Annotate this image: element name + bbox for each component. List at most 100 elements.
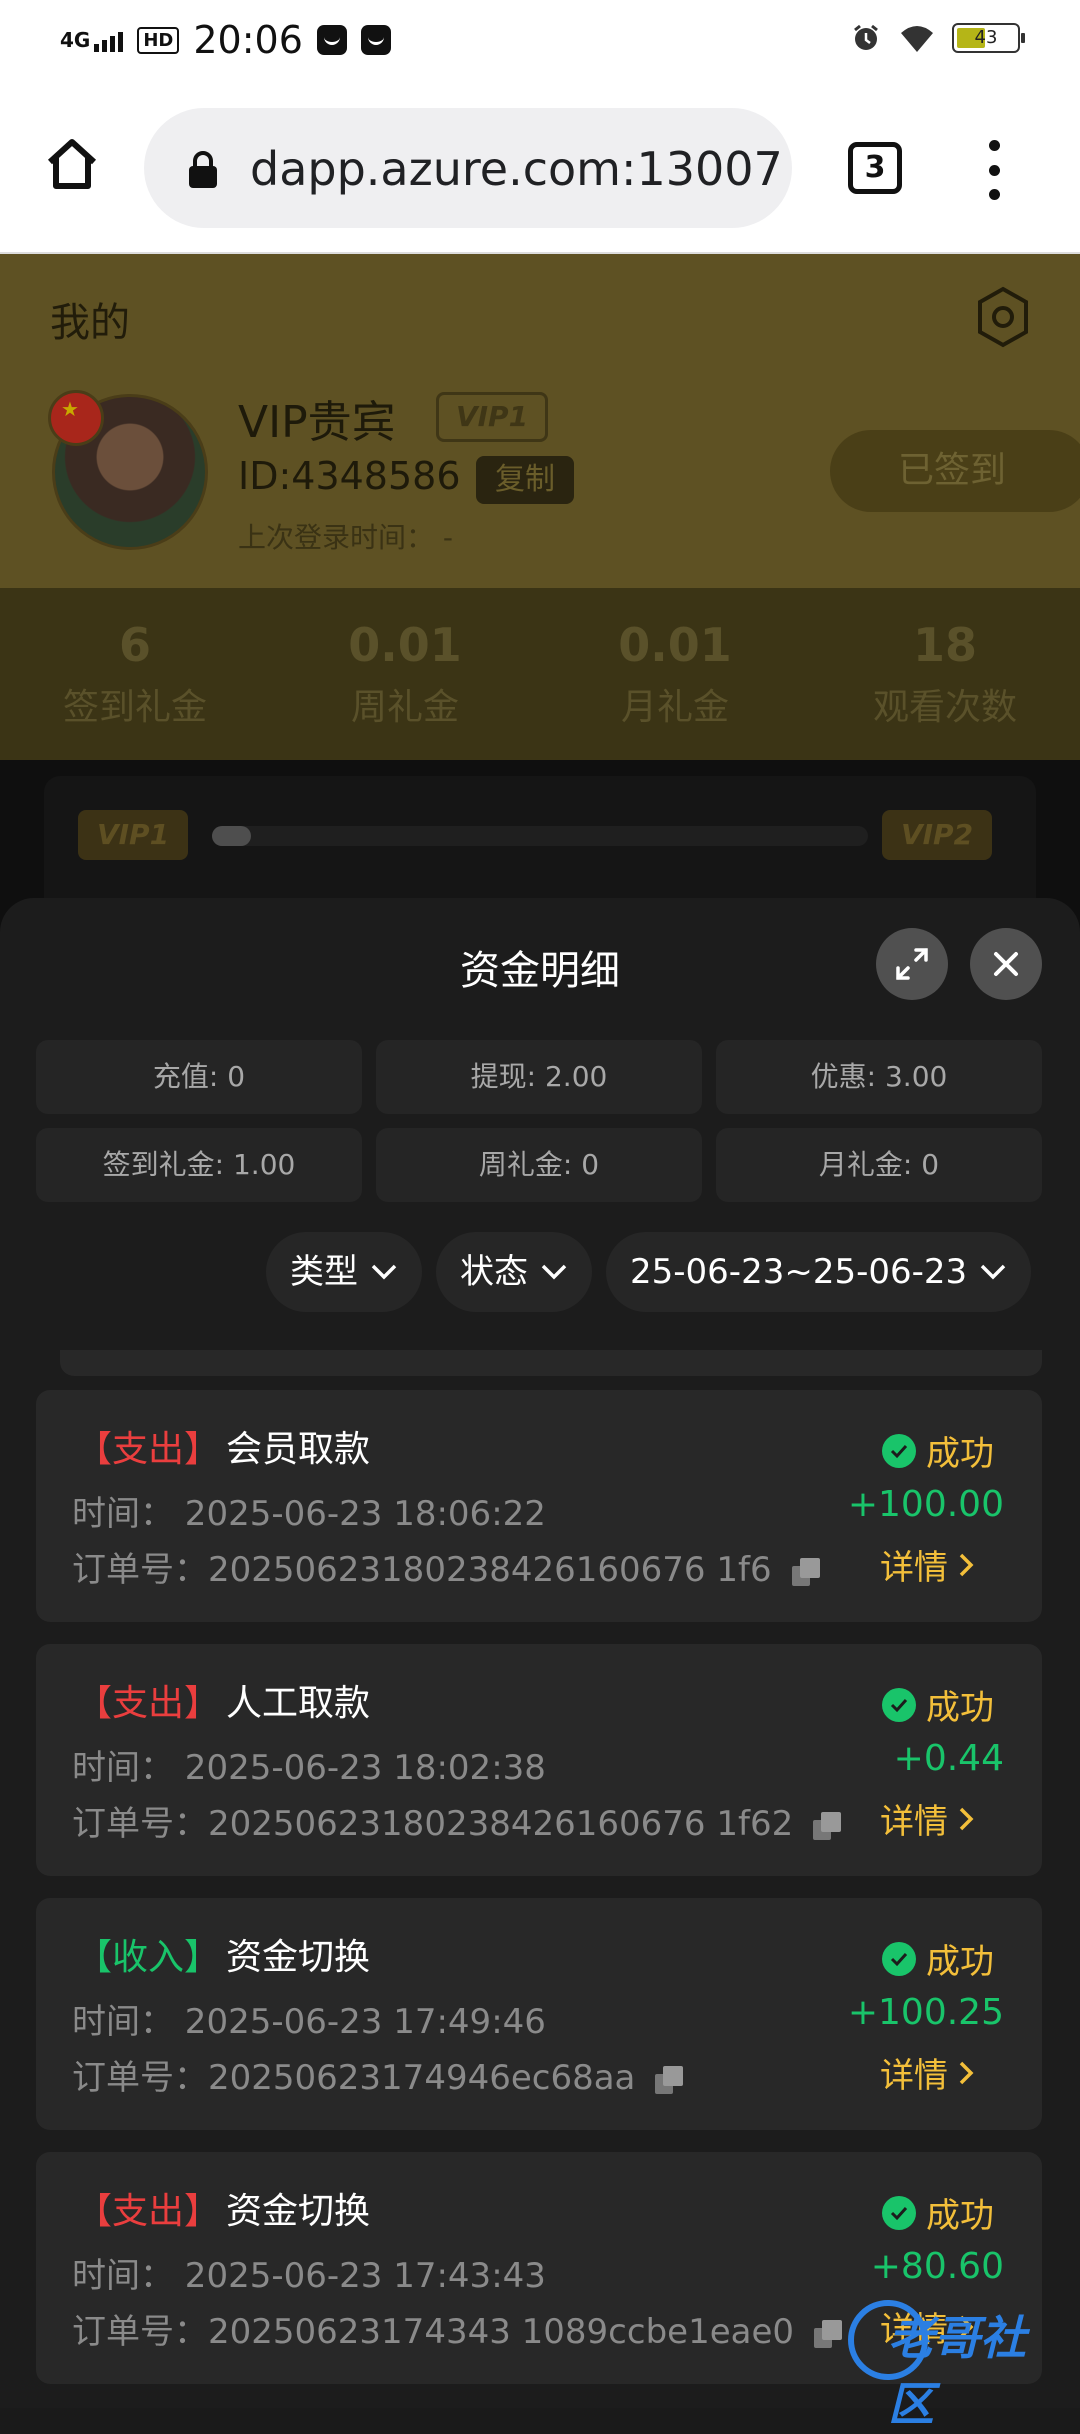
expand-button[interactable] xyxy=(876,928,948,1000)
copy-id-button[interactable]: 复制 xyxy=(476,456,574,504)
vip-progress-bar xyxy=(212,826,868,846)
check-circle-icon xyxy=(882,1687,916,1722)
wifi-icon xyxy=(901,26,933,52)
watermark-logo: 老哥社区 xyxy=(838,2292,1070,2431)
status-filter-label: 状态 xyxy=(460,1252,528,1292)
record-order-row: 订单号：20250623174946ec68aa xyxy=(72,2050,685,2099)
copy-icon[interactable] xyxy=(653,2064,685,2096)
record-status-text: 成功 xyxy=(926,2196,994,2236)
chevron-right-icon xyxy=(959,2061,974,2084)
chevron-right-icon xyxy=(959,1553,974,1576)
record-status: 成功 xyxy=(882,1426,994,1475)
stat-item: 18 观看次数 xyxy=(810,588,1080,760)
record-status-text: 成功 xyxy=(926,1942,994,1982)
user-id: ID:4348586 xyxy=(238,454,461,498)
user-name: VIP贵宾 xyxy=(238,397,396,448)
record-name: 资金切换 xyxy=(226,1937,371,1978)
record-detail-label: 详情 xyxy=(880,1548,948,1588)
record-amount: +100.25 xyxy=(847,1992,1004,2033)
summary-weekly-bonus: 周礼金: 0 xyxy=(376,1128,702,1202)
stat-label: 周礼金 xyxy=(350,687,459,728)
type-filter[interactable]: 类型 xyxy=(266,1232,422,1312)
chevron-down-icon xyxy=(371,1264,397,1280)
copy-icon[interactable] xyxy=(790,1556,822,1588)
list-item xyxy=(60,1350,1042,1376)
settings-icon[interactable] xyxy=(970,284,1036,350)
close-button[interactable] xyxy=(970,928,1042,1000)
stat-value: 18 xyxy=(912,618,977,672)
last-login-time: 上次登录时间： - xyxy=(238,521,454,554)
vip-current-tag: VIP1 xyxy=(78,810,188,860)
record-time: 时间： 2025-06-23 17:49:46 xyxy=(72,2002,546,2042)
signal-icon: 4G xyxy=(60,28,124,52)
record-order-row: 订单号：20250623180238426160676 1f6 xyxy=(72,1542,822,1591)
hd-icon: HD xyxy=(137,26,180,54)
stat-value: 0.01 xyxy=(348,618,462,672)
record-name: 人工取款 xyxy=(226,1683,371,1724)
browser-menu-icon[interactable] xyxy=(982,140,1006,200)
record-order-row: 订单号：20250623180238426160676 1f62 xyxy=(72,1796,843,1845)
date-range-label: 25-06-23~25-06-23 xyxy=(630,1252,968,1292)
record-status-text: 成功 xyxy=(926,1434,994,1474)
record-type: 【收入】 资金切换 xyxy=(76,1928,370,1980)
record-time: 时间： 2025-06-23 18:06:22 xyxy=(72,1494,546,1534)
record-tag: 【支出】 xyxy=(76,2191,221,2232)
record-amount: +80.60 xyxy=(870,2246,1004,2287)
notification-app-icon xyxy=(316,25,347,55)
alarm-icon xyxy=(854,24,878,50)
copy-icon[interactable] xyxy=(811,1810,843,1842)
date-range-filter[interactable]: 25-06-23~25-06-23 xyxy=(606,1232,1032,1312)
record-time: 时间： 2025-06-23 18:02:38 xyxy=(72,1748,546,1788)
notification-app-icon xyxy=(360,25,391,55)
battery-icon: 43 xyxy=(952,23,1025,53)
clock: 20:06 xyxy=(193,18,303,62)
record-time: 时间： 2025-06-23 17:43:43 xyxy=(72,2256,546,2296)
transaction-record[interactable]: 【收入】 资金切换 时间： 2025-06-23 17:49:46 订单号：202… xyxy=(36,1898,1042,2130)
record-detail-link[interactable]: 详情 xyxy=(880,1794,974,1843)
battery-level: 43 xyxy=(974,27,998,48)
close-icon xyxy=(994,952,1018,976)
check-circle-icon xyxy=(882,2195,916,2230)
transaction-record[interactable]: 【支出】 人工取款 时间： 2025-06-23 18:02:38 订单号：202… xyxy=(36,1644,1042,1876)
signed-in-button[interactable]: 已签到 xyxy=(830,430,1080,512)
check-circle-icon xyxy=(882,1941,916,1976)
record-type: 【支出】 资金切换 xyxy=(76,2182,370,2234)
summary-withdraw: 提现: 2.00 xyxy=(376,1040,702,1114)
chevron-down-icon xyxy=(980,1264,1006,1280)
home-icon[interactable] xyxy=(40,132,104,196)
record-tag: 【收入】 xyxy=(76,1937,221,1978)
record-order-row: 订单号：20250623174343 1089ccbe1eae0 xyxy=(72,2304,844,2353)
record-name: 会员取款 xyxy=(226,1429,371,1470)
summary-signin-bonus: 签到礼金: 1.00 xyxy=(36,1128,362,1202)
record-amount: +100.00 xyxy=(847,1484,1004,1525)
record-tag: 【支出】 xyxy=(76,1683,221,1724)
record-tag: 【支出】 xyxy=(76,1429,221,1470)
record-status-text: 成功 xyxy=(926,1688,994,1728)
record-detail-link[interactable]: 详情 xyxy=(880,1540,974,1589)
filter-bar: 类型 状态 25-06-23~25-06-23 xyxy=(266,1232,1032,1312)
url-bar[interactable]: dapp.azure.com:13007 xyxy=(144,108,792,228)
type-filter-label: 类型 xyxy=(290,1252,358,1292)
watermark-text: 老哥社区 xyxy=(888,2311,1026,2431)
status-bar: 4G HD 20:06 43 xyxy=(0,0,1080,82)
page-title: 我的 xyxy=(50,300,130,346)
lock-icon xyxy=(189,151,217,188)
transaction-record[interactable]: 【支出】 会员取款 时间： 2025-06-23 18:06:22 订单号：202… xyxy=(36,1390,1042,1622)
url-text: dapp.azure.com:13007 xyxy=(250,142,783,196)
record-detail-link[interactable]: 详情 xyxy=(880,2048,974,2097)
record-detail-label: 详情 xyxy=(880,2056,948,2096)
summary-row: 签到礼金: 1.00 周礼金: 0 月礼金: 0 xyxy=(36,1128,1042,1202)
record-order: 订单号：20250623180238426160676 1f6 xyxy=(72,1550,772,1590)
record-detail-label: 详情 xyxy=(880,1802,948,1842)
record-order: 订单号：20250623180238426160676 1f62 xyxy=(72,1804,794,1844)
profile-header: 我的 VIP贵宾 VIP1 ID:4348586 复制 上次登录时间： - 已签… xyxy=(0,254,1080,588)
record-amount: +0.44 xyxy=(893,1738,1004,1779)
stat-item: 6 签到礼金 xyxy=(0,588,270,760)
summary-row: 充值: 0 提现: 2.00 优惠: 3.00 xyxy=(36,1040,1042,1114)
vip-next-tag: VIP2 xyxy=(882,810,992,860)
tab-switcher-button[interactable]: 3 xyxy=(848,142,902,194)
status-filter[interactable]: 状态 xyxy=(436,1232,592,1312)
browser-toolbar: dapp.azure.com:13007 3 xyxy=(0,82,1080,254)
record-order: 订单号：20250623174343 1089ccbe1eae0 xyxy=(72,2312,795,2352)
record-name: 资金切换 xyxy=(226,2191,371,2232)
